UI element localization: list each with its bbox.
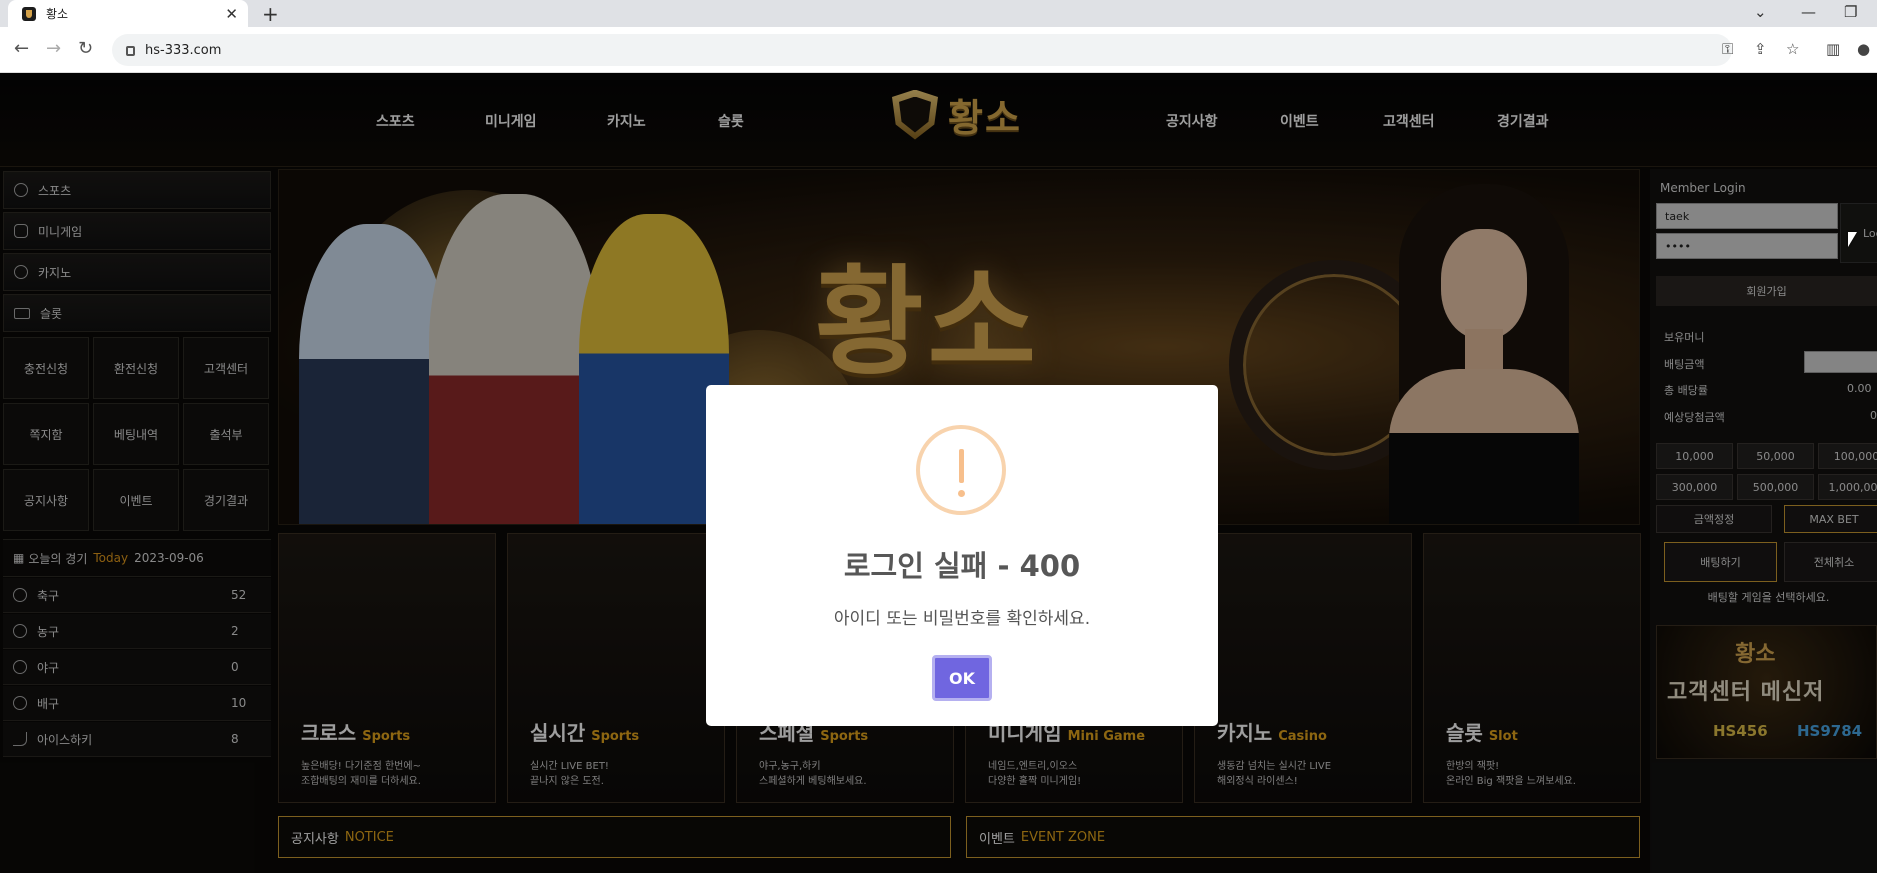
back-arrow-icon[interactable]: ← [14,38,29,59]
browser-address-bar: ← → ↻ hs-333.com ⚿ ⇪ ☆ ▥ ● [0,27,1877,73]
browser-tab[interactable]: 황소 ✕ [8,0,248,27]
tab-title: 황소 [46,7,69,21]
lock-icon [126,46,135,56]
key-icon[interactable]: ⚿ [1722,40,1733,58]
ok-button[interactable]: OK [932,655,992,701]
side-panel-icon[interactable]: ▥ [1826,40,1840,58]
browser-tab-bar: 황소 ✕ + ⌄ — ❐ [0,0,1877,27]
warning-icon [916,425,1006,515]
site-favicon-icon [22,6,36,21]
login-error-dialog: 로그인 실패 - 400 아이디 또는 비밀번호를 확인하세요. OK [706,385,1218,726]
minimize-icon[interactable]: — [1801,3,1816,21]
restore-window-icon[interactable]: ❐ [1844,3,1857,21]
url-field[interactable]: hs-333.com [112,34,1732,66]
url-text: hs-333.com [145,42,222,58]
forward-arrow-icon[interactable]: → [46,38,61,59]
new-tab-button[interactable]: + [262,2,279,26]
dialog-message: 아이디 또는 비밀번호를 확인하세요. [833,609,1091,629]
bookmark-star-icon[interactable]: ☆ [1786,40,1799,58]
reload-icon[interactable]: ↻ [78,38,93,59]
mouse-cursor-icon [1848,232,1857,247]
tab-search-chevron-icon[interactable]: ⌄ [1754,3,1767,21]
share-icon[interactable]: ⇪ [1754,40,1767,58]
close-tab-icon[interactable]: ✕ [225,5,238,23]
profile-icon[interactable]: ● [1857,40,1870,58]
dialog-title: 로그인 실패 - 400 [843,549,1081,583]
